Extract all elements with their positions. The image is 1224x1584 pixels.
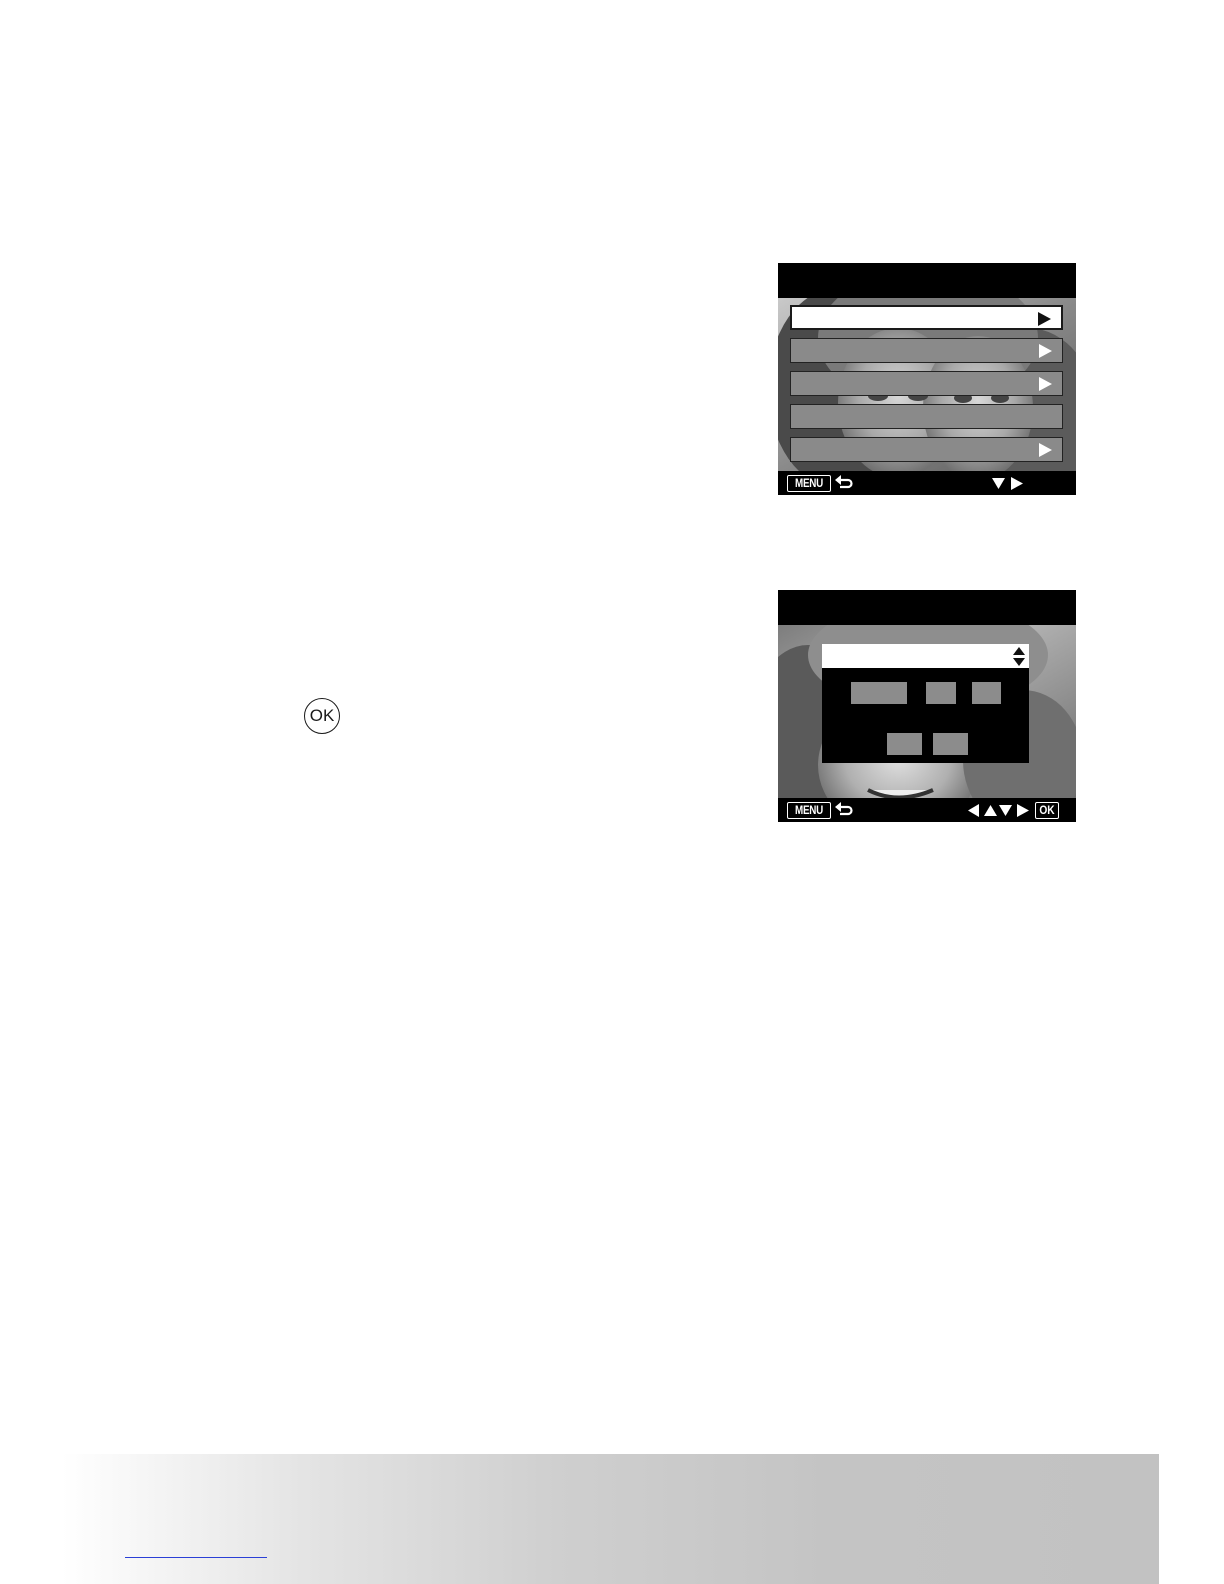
nav-hint	[992, 477, 1026, 495]
menu-row-1[interactable]	[790, 305, 1063, 330]
right-arrow-icon	[1038, 312, 1051, 326]
back-arrow-icon	[835, 475, 853, 489]
nav-hint	[968, 804, 1030, 822]
month-field[interactable]	[926, 682, 956, 704]
menu-key-label: MENU	[794, 476, 823, 490]
day-field[interactable]	[972, 682, 1001, 704]
right-arrow-icon	[1011, 477, 1023, 490]
menu-key: MENU	[787, 475, 831, 492]
up-down-arrow-icon	[1013, 647, 1025, 666]
bottom-bar: MENU	[778, 471, 1076, 495]
minute-field[interactable]	[933, 733, 968, 755]
menu-row-2[interactable]	[790, 338, 1063, 363]
menu-row-3[interactable]	[790, 371, 1063, 396]
menu-row-5[interactable]	[790, 437, 1063, 462]
right-arrow-icon	[1039, 443, 1052, 457]
footer-band	[62, 1454, 1159, 1584]
left-arrow-icon	[968, 804, 979, 817]
up-arrow-icon	[984, 805, 997, 816]
hour-field[interactable]	[887, 733, 922, 755]
right-arrow-icon	[1017, 804, 1029, 817]
menu-row-4[interactable]	[790, 404, 1063, 429]
year-field[interactable]	[851, 682, 907, 704]
ok-key: OK	[1035, 802, 1059, 819]
date-dialog-header[interactable]	[822, 644, 1029, 668]
camera-date-screen: MENU OK	[778, 590, 1076, 822]
back-arrow-icon	[835, 802, 853, 816]
footer-link-underline[interactable]	[125, 1557, 267, 1558]
down-arrow-icon	[992, 478, 1005, 489]
right-arrow-icon	[1039, 344, 1052, 358]
bottom-bar: MENU OK	[778, 798, 1076, 822]
ok-button-icon: OK	[304, 698, 340, 734]
down-arrow-icon	[999, 805, 1012, 816]
right-arrow-icon	[1039, 377, 1052, 391]
menu-key: MENU	[787, 802, 831, 819]
camera-menu-screen: MENU	[778, 263, 1076, 495]
date-dialog-body	[822, 668, 1029, 763]
ok-key-label: OK	[1039, 803, 1055, 817]
menu-key-label: MENU	[794, 803, 823, 817]
